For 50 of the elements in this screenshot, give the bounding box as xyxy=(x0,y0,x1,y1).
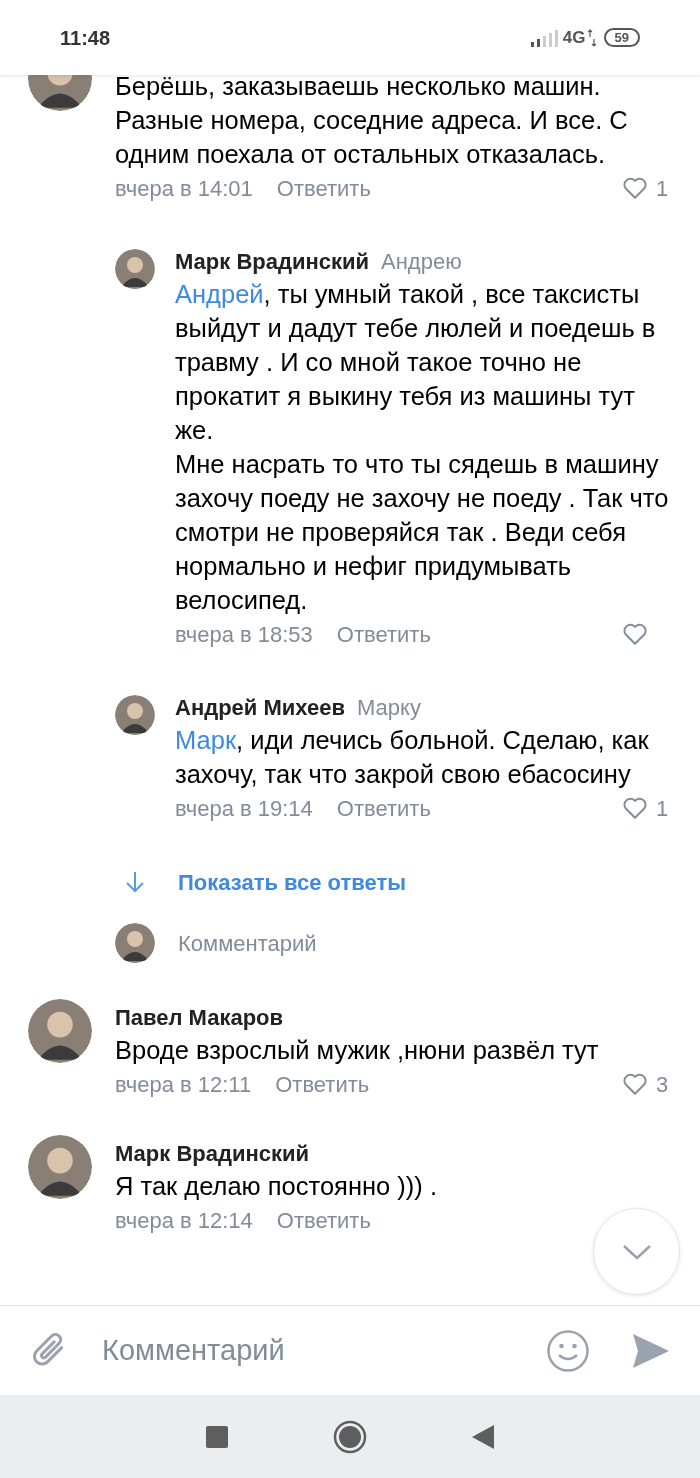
reply-link[interactable]: Ответить xyxy=(275,1067,370,1101)
reply-target: Марку xyxy=(357,694,421,722)
comment-time: вчера в 12:11 xyxy=(115,1070,252,1099)
avatar xyxy=(115,695,155,735)
author-name[interactable]: Марк Врадинский xyxy=(175,245,370,278)
arrow-down-icon xyxy=(124,870,146,894)
show-replies-link[interactable]: Показать все ответы xyxy=(178,865,407,899)
comment-text: Марк, иди лечись больной. Сделаю, как захочу, так что закрой свою ебасосину xyxy=(175,725,650,790)
reply-input[interactable]: Комментарий xyxy=(178,926,700,960)
emoji-icon[interactable] xyxy=(546,1328,590,1373)
author-name[interactable]: Андрей Михеев xyxy=(175,691,345,724)
reply-target: Андрею xyxy=(381,248,462,276)
reply-link[interactable]: Ответить xyxy=(336,617,431,651)
chevron-down-icon xyxy=(621,1243,652,1260)
back-icon[interactable] xyxy=(472,1424,494,1449)
heart-icon[interactable] xyxy=(622,796,648,820)
like-count: 1 xyxy=(656,794,670,823)
comment-time: вчера в 14:01 xyxy=(115,174,253,203)
comment-input[interactable]: Комментарий xyxy=(102,1328,546,1373)
comment-text: Вроде взрослый мужик ,нюни развёл тут xyxy=(115,1035,600,1066)
avatar xyxy=(115,923,155,963)
mention-link[interactable]: Андрей xyxy=(175,280,264,308)
send-icon[interactable] xyxy=(632,1332,670,1369)
author-name[interactable]: Марк Врадинский xyxy=(115,1137,700,1169)
comment-time: вчера в 12:14 xyxy=(115,1206,253,1235)
author-name[interactable]: Павел Макаров xyxy=(115,1001,700,1033)
avatar xyxy=(28,999,92,1063)
signal-icon xyxy=(530,28,559,47)
comment-text: Я так делаю постоянно ))) . xyxy=(115,1171,438,1202)
like-count: 1 xyxy=(656,174,670,203)
data-arrows-icon xyxy=(587,28,596,47)
heart-icon[interactable] xyxy=(622,176,648,200)
clock: 11:48 xyxy=(60,25,111,51)
home-icon[interactable] xyxy=(333,1419,367,1454)
mention-link[interactable]: Марк xyxy=(175,726,237,754)
heart-icon[interactable] xyxy=(622,1072,648,1096)
reply-link[interactable]: Ответить xyxy=(276,1203,371,1237)
avatar xyxy=(28,1135,92,1199)
comment-text: Андрей, ты умный такой , все таксисты выйдут и дадут тебе люлей и поедешь в травму . И со мной такое точно не прокатит я выкину тебя из машины тут же. Мне насрать то что ты сядешь в машину захочу поеду не захочу не поеду . Так что смотри не проверяйся так . Веди себя нормально и нефиг придумывать велосипед. xyxy=(175,279,670,616)
comment-text: Берёшь, заказываешь несколько машин. Разные номера, соседние адреса. И все. С одним поехала от остальных отказалась. xyxy=(115,75,629,170)
avatar xyxy=(115,249,155,289)
comment-time: вчера в 19:14 xyxy=(175,794,313,823)
network-label: 4G xyxy=(562,26,586,49)
reply-link[interactable]: Ответить xyxy=(276,171,371,205)
heart-icon[interactable] xyxy=(622,622,648,646)
comment-time: вчера в 18:53 xyxy=(175,620,313,649)
recents-icon[interactable] xyxy=(206,1425,228,1448)
reply-link[interactable]: Ответить xyxy=(336,791,431,825)
like-count: 3 xyxy=(656,1070,670,1099)
battery-indicator: 59 xyxy=(603,28,640,47)
